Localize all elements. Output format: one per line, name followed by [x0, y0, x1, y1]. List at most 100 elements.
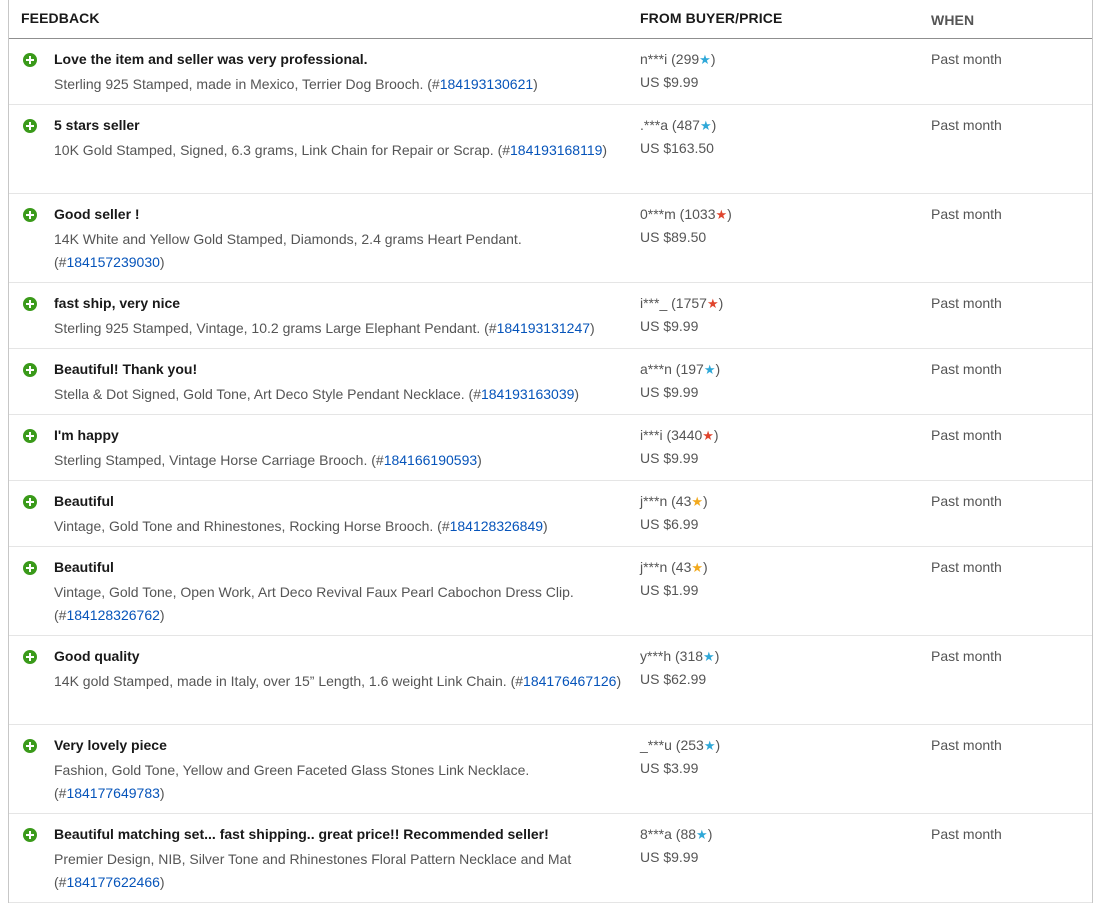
positive-feedback-icon — [23, 650, 37, 664]
buyer-id[interactable]: .***a (487★) — [640, 117, 716, 134]
feedback-time: Past month — [931, 51, 1002, 67]
positive-feedback-icon — [23, 297, 37, 311]
item-close-paren: ) — [533, 76, 538, 92]
item-close-paren: ) — [477, 452, 482, 468]
item-price: US $3.99 — [640, 760, 699, 776]
table-row: Beautiful matching set... fast shipping.… — [9, 814, 1092, 903]
item-close-paren: ) — [602, 142, 608, 158]
buyer-name-score: .***a (487 — [640, 117, 700, 133]
rating-star-icon: ★ — [703, 738, 716, 753]
feedback-time: Past month — [931, 295, 1002, 311]
rating-star-icon: ★ — [691, 494, 704, 509]
item-price: US $9.99 — [640, 318, 699, 334]
column-header-when[interactable]: WHEN — [931, 12, 974, 28]
item-title: 14K gold Stamped, made in Italy, over 15… — [54, 673, 524, 689]
item-description: Vintage, Gold Tone, Open Work, Art Deco … — [54, 581, 634, 627]
positive-feedback-icon — [23, 429, 37, 443]
feedback-comment: Beautiful matching set... fast shipping.… — [54, 826, 549, 842]
feedback-time: Past month — [931, 559, 1002, 575]
table-row: Very lovely piece Fashion, Gold Tone, Ye… — [9, 725, 1092, 814]
item-close-paren: ) — [543, 518, 548, 534]
item-close-paren: ) — [159, 607, 165, 623]
feedback-comment: I'm happy — [54, 427, 119, 443]
item-number-link[interactable]: 184193131247 — [497, 320, 590, 336]
buyer-name-score: 8***a (88 — [640, 826, 697, 842]
rating-star-icon: ★ — [702, 428, 714, 443]
positive-feedback-icon — [23, 739, 37, 753]
buyer-name-score: 0***m (1033 — [640, 206, 716, 222]
buyer-id[interactable]: j***n (43★) — [640, 493, 708, 510]
item-number-link[interactable]: 184193163039 — [481, 386, 574, 402]
positive-feedback-icon — [23, 363, 37, 377]
item-number-link[interactable]: 184176467126 — [523, 673, 616, 689]
item-description: Stella & Dot Signed, Gold Tone, Art Deco… — [54, 383, 634, 406]
table-header: FEEDBACK FROM BUYER/PRICE WHEN — [9, 0, 1092, 39]
rating-star-icon: ★ — [703, 649, 715, 664]
buyer-close-paren: ) — [711, 117, 717, 133]
item-price: US $9.99 — [640, 450, 699, 466]
item-number-link[interactable]: 184128326762 — [66, 607, 159, 623]
item-price: US $1.99 — [640, 582, 699, 598]
feedback-time: Past month — [931, 206, 1002, 222]
buyer-id[interactable]: 8***a (88★) — [640, 826, 712, 843]
item-number-link[interactable]: 184193168119 — [510, 142, 602, 158]
item-description: Sterling 925 Stamped, Vintage, 10.2 gram… — [54, 317, 634, 340]
positive-feedback-icon — [23, 828, 37, 842]
item-description: 14K gold Stamped, made in Italy, over 15… — [54, 670, 634, 693]
feedback-time: Past month — [931, 427, 1002, 443]
rating-star-icon: ★ — [696, 827, 708, 842]
item-title: 10K Gold Stamped, Signed, 6.3 grams, Lin… — [54, 142, 511, 158]
item-number-link[interactable]: 184128326849 — [450, 518, 543, 534]
rating-star-icon: ★ — [703, 362, 716, 377]
rating-star-icon: ★ — [706, 296, 719, 311]
item-close-paren: ) — [159, 254, 165, 270]
rating-star-icon: ★ — [699, 118, 712, 133]
buyer-id[interactable]: j***n (43★) — [640, 559, 708, 576]
item-close-paren: ) — [574, 386, 580, 402]
positive-feedback-icon — [23, 119, 37, 133]
buyer-id[interactable]: i***_ (1757★) — [640, 295, 723, 312]
buyer-name-score: j***n (43 — [640, 559, 692, 575]
item-number-link[interactable]: 184157239030 — [66, 254, 159, 270]
item-price: US $6.99 — [640, 516, 699, 532]
item-number-link[interactable]: 184166190593 — [384, 452, 477, 468]
item-description: Sterling Stamped, Vintage Horse Carriage… — [54, 449, 634, 472]
table-row: Love the item and seller was very profes… — [9, 39, 1092, 105]
buyer-close-paren: ) — [718, 295, 724, 311]
column-header-feedback[interactable]: FEEDBACK — [21, 10, 100, 26]
buyer-id[interactable]: i***i (3440★) — [640, 427, 719, 444]
table-row: 5 stars seller 10K Gold Stamped, Signed,… — [9, 105, 1092, 194]
buyer-name-score: a***n (197 — [640, 361, 704, 377]
positive-feedback-icon — [23, 495, 37, 509]
column-header-from-buyer-price[interactable]: FROM BUYER/PRICE — [640, 10, 782, 26]
buyer-id[interactable]: y***h (318★) — [640, 648, 719, 665]
table-row: Beautiful Vintage, Gold Tone, Open Work,… — [9, 547, 1092, 636]
positive-feedback-icon — [23, 561, 37, 575]
feedback-comment: Beautiful! Thank you! — [54, 361, 198, 377]
feedback-comment: Beautiful — [54, 559, 114, 575]
buyer-close-paren: ) — [727, 206, 732, 222]
item-number-link[interactable]: 184193130621 — [440, 76, 533, 92]
feedback-comment: 5 stars seller — [54, 117, 140, 133]
item-price: US $9.99 — [640, 384, 699, 400]
item-price: US $9.99 — [640, 74, 699, 90]
buyer-id[interactable]: a***n (197★) — [640, 361, 720, 378]
buyer-id[interactable]: n***i (299★) — [640, 51, 715, 68]
buyer-id[interactable]: _***u (253★) — [640, 737, 720, 754]
item-price: US $9.99 — [640, 849, 699, 865]
buyer-id[interactable]: 0***m (1033★) — [640, 206, 732, 223]
item-price: US $163.50 — [640, 140, 714, 156]
buyer-name-score: j***n (43 — [640, 493, 692, 509]
item-number-link[interactable]: 184177649783 — [66, 785, 159, 801]
item-number-link[interactable]: 184177622466 — [66, 874, 159, 890]
table-row: Good seller ! 14K White and Yellow Gold … — [9, 194, 1092, 283]
item-title: Sterling Stamped, Vintage Horse Carriage… — [54, 452, 384, 468]
feedback-time: Past month — [931, 493, 1002, 509]
item-description: Premier Design, NIB, Silver Tone and Rhi… — [54, 848, 634, 894]
buyer-name-score: i***_ (1757 — [640, 295, 707, 311]
item-close-paren: ) — [590, 320, 595, 336]
table-row: Beautiful! Thank you! Stella & Dot Signe… — [9, 349, 1092, 415]
positive-feedback-icon — [23, 208, 37, 222]
item-title: Stella & Dot Signed, Gold Tone, Art Deco… — [54, 386, 481, 402]
table-row: Good quality 14K gold Stamped, made in I… — [9, 636, 1092, 725]
